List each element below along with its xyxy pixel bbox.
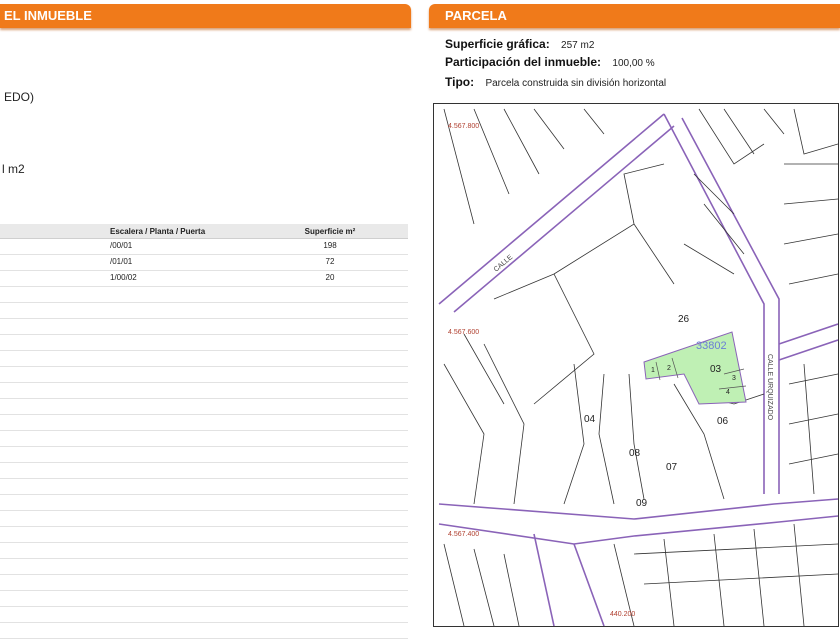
cadastral-map-svg: 26 03 04 06 07 08 09 33802 1 2 3 4 4.567… (438, 108, 838, 626)
parcel-label: 06 (717, 416, 729, 427)
empty-table-row (0, 415, 408, 431)
parcel-label: 04 (584, 414, 596, 425)
empty-table-row (0, 479, 408, 495)
empty-table-row (0, 591, 408, 607)
street-line (533, 533, 555, 626)
section-header-parcela: PARCELA (429, 4, 840, 28)
empty-table-row (0, 495, 408, 511)
surface-cell: 198 (323, 241, 337, 250)
street-line (438, 113, 665, 305)
empty-table-row (0, 319, 408, 335)
superficie-line: Superficie gráfica: 257 m2 (445, 37, 594, 51)
lot-line (563, 363, 645, 505)
empty-table-row (0, 399, 408, 415)
units-table: Escalera / Planta / Puerta Superficie m²… (0, 224, 408, 639)
surface-cell: 20 (325, 273, 335, 282)
participacion-value: 100,00 % (612, 58, 655, 69)
table-row: 1/00/02 20 (0, 271, 408, 287)
parcel-number: 2 (667, 365, 671, 372)
superficie-value: 257 m2 (561, 40, 595, 51)
coord-label: 4.567.400 (448, 531, 479, 538)
empty-table-row (0, 447, 408, 463)
participacion-line: Participación del inmueble: 100,00 % (445, 55, 655, 69)
floor-cell: 1/00/02 (110, 273, 137, 282)
table-row: /00/01 198 (0, 239, 408, 255)
floor-cell: /00/01 (110, 241, 133, 250)
empty-table-row (0, 559, 408, 575)
street-line (778, 339, 838, 361)
empty-table-row (0, 287, 408, 303)
parcel-label: 08 (629, 448, 641, 459)
parcel-ref-label: 33802 (696, 340, 727, 352)
coord-label: 4.567.800 (448, 123, 479, 130)
table-row: /01/01 72 (0, 255, 408, 271)
lot-line (788, 363, 838, 495)
empty-table-row (0, 463, 408, 479)
parcel-number: 3 (732, 375, 736, 382)
lot-line (698, 108, 838, 165)
section-header-inmueble: EL INMUEBLE (0, 4, 411, 28)
highlighted-parcel (643, 331, 747, 405)
column-header-surface: Superficie m² (304, 227, 356, 236)
lot-line (783, 163, 838, 285)
surface-fragment: l m2 (2, 162, 25, 176)
street-line (573, 543, 605, 626)
street-line (438, 515, 838, 545)
parcel-number: 4 (726, 389, 730, 396)
lot-line (443, 333, 525, 505)
street-label: CALLE URQUIZADO (766, 354, 773, 421)
column-header-floor: Escalera / Planta / Puerta (110, 227, 206, 236)
parcel-label: 03 (710, 364, 722, 375)
lot-line (683, 173, 745, 275)
tipo-line: Tipo: Parcela construida sin división ho… (445, 75, 666, 89)
participacion-label: Participación del inmueble: (445, 55, 602, 69)
surface-cell: 72 (325, 257, 335, 266)
tipo-label: Tipo: (445, 75, 475, 89)
cadastral-map[interactable]: 26 03 04 06 07 08 09 33802 1 2 3 4 4.567… (433, 103, 839, 627)
empty-table-row (0, 527, 408, 543)
empty-table-row (0, 335, 408, 351)
parcel-label: 26 (678, 314, 690, 325)
empty-table-row (0, 303, 408, 319)
parcel-label: 09 (636, 498, 648, 509)
empty-table-row (0, 511, 408, 527)
street-line (453, 125, 675, 313)
empty-table-row (0, 383, 408, 399)
empty-table-row (0, 543, 408, 559)
coord-label: 4.567.600 (448, 329, 479, 336)
empty-table-row (0, 575, 408, 591)
tipo-value: Parcela construida sin división horizont… (485, 78, 667, 89)
street-line (663, 113, 765, 494)
empty-table-row (0, 351, 408, 367)
superficie-label: Superficie gráfica: (445, 37, 550, 51)
lot-line (633, 543, 838, 585)
parcel-number: 1 (651, 367, 655, 374)
floor-cell: /01/01 (110, 257, 133, 266)
street-line (778, 323, 838, 345)
parcel-label: 07 (666, 462, 678, 473)
empty-table-row (0, 607, 408, 623)
coord-label: 440.200 (610, 611, 635, 618)
empty-table-row (0, 431, 408, 447)
empty-table-row (0, 367, 408, 383)
empty-table-row (0, 623, 408, 639)
table-header: Escalera / Planta / Puerta Superficie m² (0, 224, 408, 239)
address-fragment: EDO) (4, 90, 34, 104)
